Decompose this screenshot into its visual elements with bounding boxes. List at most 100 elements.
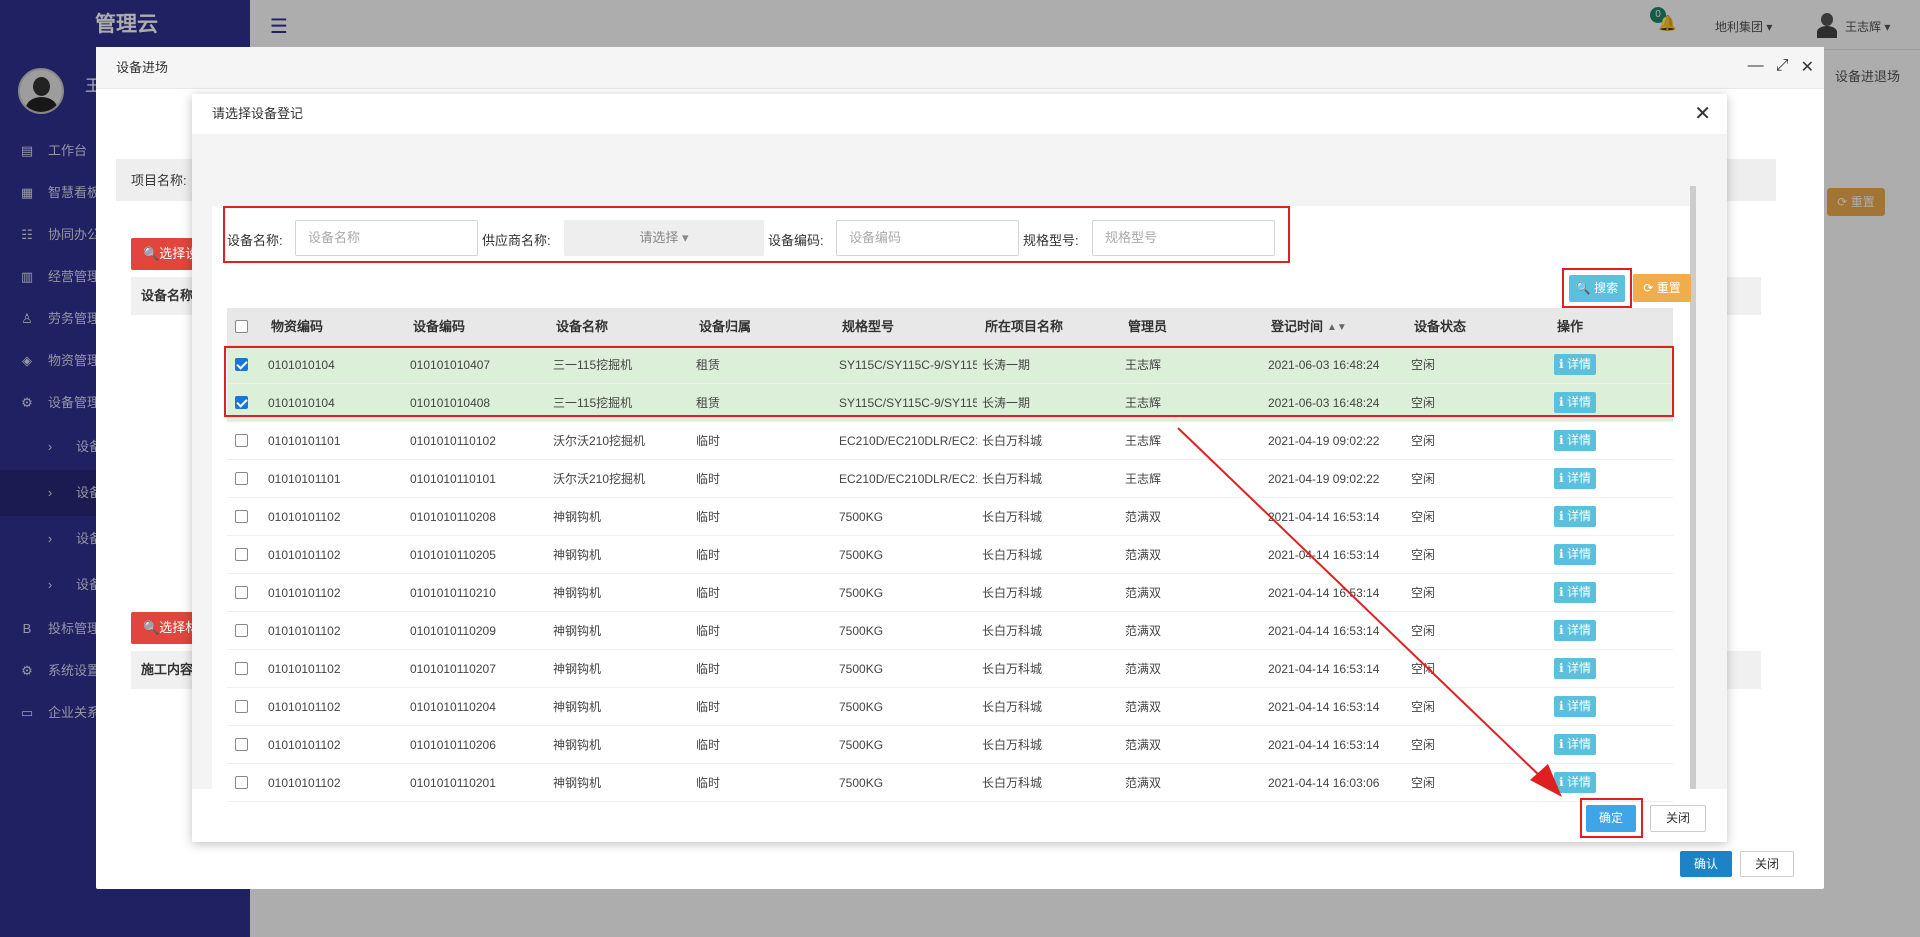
cell-manager: 范满双 [1125,510,1162,524]
detail-button[interactable]: ℹ 详情 [1554,734,1596,755]
cell-material-code: 01010101102 [268,548,341,562]
cell-ownership: 临时 [696,776,721,790]
cell-equipment-code: 0101010110210 [410,586,496,600]
close-button[interactable]: 关闭 [1650,805,1706,832]
row-checkbox[interactable] [235,434,248,447]
cell-manager: 范满双 [1125,586,1162,600]
row-checkbox[interactable] [235,548,248,561]
cell-equipment-code: 0101010110204 [410,700,496,714]
detail-button[interactable]: ℹ 详情 [1554,772,1596,793]
table-row[interactable]: 01010101102 0101010110201 神钢钩机 临时 7500KG 长白万科… [227,764,1673,802]
table-row[interactable]: 01010101102 0101010110209 神钢钩机 临时 7500KG 长白万科… [227,612,1673,650]
cell-equipment-code: 0101010110102 [410,434,496,448]
info-icon: ℹ [1559,699,1567,713]
cell-status: 空闲 [1411,700,1436,714]
col-manager[interactable]: 管理员 [1128,308,1167,345]
table-row[interactable]: 01010101102 0101010110206 神钢钩机 临时 7500KG 长白万科… [227,726,1673,764]
detail-button[interactable]: ℹ 详情 [1554,468,1596,489]
col-equipment-code[interactable]: 设备编码 [413,308,465,345]
table-row[interactable]: 01010101102 0101010110204 神钢钩机 临时 7500KG 长白万科… [227,688,1673,726]
table-row[interactable]: 01010101102 0101010110207 神钢钩机 临时 7500KG 长白万科… [227,650,1673,688]
close-icon[interactable]: ✕ [1694,104,1711,124]
table-row[interactable]: 01010101102 0101010110208 神钢钩机 临时 7500KG 长白万科… [227,498,1673,536]
equipment-code-input[interactable]: 设备编码 [836,220,1019,256]
cell-material-code: 01010101102 [268,510,341,524]
col-register-time[interactable]: 登记时间 ▲▼ [1271,308,1347,345]
cell-equipment-name: 神钢钩机 [553,510,602,524]
cell-model: EC210D/EC210DLR/EC210 [839,472,977,486]
sort-icon[interactable]: ▲▼ [1327,309,1347,345]
row-checkbox[interactable] [235,624,248,637]
detail-button[interactable]: ℹ 详情 [1554,544,1596,565]
col-ownership[interactable]: 设备归属 [699,308,751,345]
cell-status: 空闲 [1411,472,1436,486]
table-row[interactable]: 01010101101 0101010110101 沃尔沃210挖掘机 临时 EC210… [227,460,1673,498]
col-model[interactable]: 规格型号 [842,308,894,345]
cell-register-time: 2021-04-19 09:02:22 [1268,472,1380,486]
cell-ownership: 临时 [696,472,721,486]
row-checkbox[interactable] [235,662,248,675]
col-project[interactable]: 所在项目名称 [985,308,1063,345]
cell-material-code: 01010101102 [268,776,341,790]
table-row[interactable]: 01010101102 0101010110205 神钢钩机 临时 7500KG 长白万科… [227,536,1673,574]
outer-close-button[interactable]: 关闭 [1739,851,1794,877]
row-checkbox[interactable] [235,510,248,523]
cell-manager: 范满双 [1125,548,1162,562]
col-material-code[interactable]: 物资编码 [271,308,323,345]
col-status[interactable]: 设备状态 [1414,308,1466,345]
table-row[interactable]: 01010101102 0101010110210 神钢钩机 临时 7500KG 长白万科… [227,574,1673,612]
row-checkbox[interactable] [235,738,248,751]
reset-button[interactable]: ⟳ 重置 [1633,274,1691,302]
supplier-select[interactable]: 请选择 ▾ [564,220,764,256]
cell-ownership: 临时 [696,700,721,714]
cell-manager: 范满双 [1125,738,1162,752]
close-icon[interactable]: ✕ [1801,57,1814,77]
outer-confirm-button[interactable]: 确认 [1679,851,1732,877]
cell-status: 空闲 [1411,548,1436,562]
cell-equipment-code: 0101010110205 [410,548,496,562]
cell-status: 空闲 [1411,510,1436,524]
cell-project: 长白万科城 [982,738,1043,752]
cell-project: 长白万科城 [982,624,1043,638]
cell-register-time: 2021-04-14 16:53:14 [1268,738,1380,752]
equipment-name-input[interactable]: 设备名称 [295,220,478,256]
outer-modal-controls: — ⤢ ✕ [1748,57,1814,77]
search-button[interactable]: 🔍 搜索 [1569,275,1625,302]
detail-button[interactable]: ℹ 详情 [1554,582,1596,603]
maximize-icon[interactable]: ⤢ [1776,57,1789,77]
cell-equipment-name: 神钢钩机 [553,700,602,714]
cell-register-time: 2021-04-14 16:53:14 [1268,624,1380,638]
cell-register-time: 2021-04-14 16:53:14 [1268,700,1380,714]
detail-button[interactable]: ℹ 详情 [1554,658,1596,679]
detail-button[interactable]: ℹ 详情 [1554,620,1596,641]
row-checkbox[interactable] [235,776,248,789]
row-checkbox[interactable] [235,586,248,599]
detail-button[interactable]: ℹ 详情 [1554,696,1596,717]
minimize-icon[interactable]: — [1748,57,1764,77]
cell-model: 7500KG [839,738,884,752]
row-checkbox[interactable] [235,472,248,485]
cell-project: 长白万科城 [982,510,1043,524]
cell-project: 长白万科城 [982,776,1043,790]
row-checkbox[interactable] [235,700,248,713]
cell-equipment-name: 神钢钩机 [553,586,602,600]
cell-register-time: 2021-04-14 16:03:06 [1268,776,1380,790]
cell-ownership: 临时 [696,510,721,524]
table-row[interactable]: 01010101101 0101010110102 沃尔沃210挖掘机 临时 EC210… [227,422,1673,460]
select-all-checkbox[interactable] [235,320,248,333]
cell-project: 长白万科城 [982,548,1043,562]
detail-button[interactable]: ℹ 详情 [1554,506,1596,527]
filter-name-label: 设备名称: [227,233,283,248]
cell-status: 空闲 [1411,434,1436,448]
confirm-button[interactable]: 确定 [1586,805,1636,832]
cell-equipment-name: 沃尔沃210挖掘机 [553,472,646,486]
info-icon: ℹ [1559,585,1567,599]
cell-equipment-code: 0101010110206 [410,738,496,752]
model-input[interactable]: 规格型号 [1092,220,1275,256]
cell-ownership: 临时 [696,624,721,638]
detail-button[interactable]: ℹ 详情 [1554,430,1596,451]
cell-model: 7500KG [839,662,884,676]
col-equipment-name[interactable]: 设备名称 [556,308,608,345]
cell-equipment-code: 0101010110208 [410,510,496,524]
cell-manager: 王志辉 [1125,434,1162,448]
